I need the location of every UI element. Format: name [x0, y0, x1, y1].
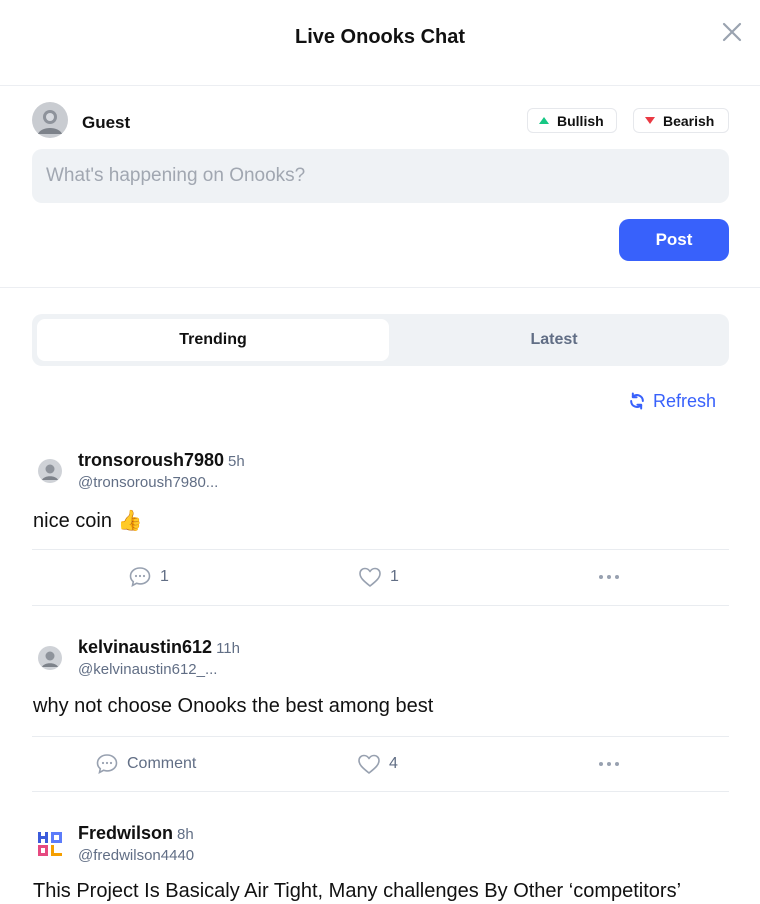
username-text: kelvinaustin612: [78, 637, 213, 657]
comment-count: 1: [160, 568, 169, 585]
divider: [32, 549, 729, 550]
bullish-button[interactable]: Bullish: [527, 108, 617, 133]
user-name: Guest: [82, 113, 131, 132]
like-button[interactable]: 1: [358, 566, 399, 588]
triangle-down-icon: [645, 117, 655, 124]
bullish-label: Bullish: [557, 112, 604, 129]
comment-button[interactable]: 1: [128, 566, 169, 588]
more-options-icon[interactable]: [594, 754, 624, 774]
avatar[interactable]: [38, 459, 62, 483]
chat-header: Live Onooks Chat: [0, 0, 760, 86]
post-handle: @kelvinaustin612_...: [78, 661, 218, 678]
heart-icon: [358, 754, 380, 774]
post-button[interactable]: Post: [619, 219, 729, 261]
tab-trending[interactable]: Trending: [37, 319, 389, 361]
post-text: nice coin 👍: [33, 510, 143, 532]
comment-button[interactable]: Comment: [95, 753, 196, 775]
username-text: Fredwilson: [78, 823, 174, 843]
post-username[interactable]: Fredwilson 8h: [78, 823, 194, 844]
page-title: Live Onooks Chat: [294, 26, 466, 48]
post-username[interactable]: kelvinaustin612 11h: [78, 637, 240, 658]
like-count: 1: [390, 568, 399, 585]
comment-icon: [129, 567, 151, 588]
post-text: why not choose Onooks the best among bes…: [33, 695, 434, 717]
avatar[interactable]: [38, 646, 62, 670]
post-handle: @fredwilson4440: [78, 847, 195, 864]
divider: [32, 605, 729, 606]
divider: [32, 736, 729, 737]
heart-icon: [359, 567, 381, 587]
post-time: 11h: [216, 640, 240, 657]
bearish-label: Bearish: [663, 112, 715, 129]
avatar: [32, 102, 68, 138]
like-count: 4: [389, 755, 398, 772]
post-time: 8h: [177, 826, 194, 843]
refresh-icon: [630, 392, 644, 410]
post-input[interactable]: [32, 149, 729, 203]
feed-tabs: Trending Latest: [32, 314, 729, 366]
post-time: 5h: [228, 453, 245, 470]
comment-label: Comment: [127, 755, 197, 772]
comment-icon: [96, 754, 118, 775]
tab-latest[interactable]: Latest: [384, 319, 724, 361]
post-handle: @tronsoroush7980...: [78, 474, 219, 491]
like-button[interactable]: 4: [357, 753, 398, 775]
triangle-up-icon: [539, 117, 549, 124]
post-composer: Guest Bullish Bearish Post: [0, 86, 760, 288]
username-text: tronsoroush7980: [78, 450, 225, 470]
more-options-icon[interactable]: [594, 567, 624, 587]
bearish-button[interactable]: Bearish: [633, 108, 729, 133]
post-text: This Project Is Basicaly Air Tight, Many…: [33, 880, 682, 902]
refresh-button[interactable]: Refresh: [627, 389, 716, 413]
refresh-label: Refresh: [653, 390, 717, 411]
divider: [32, 791, 729, 792]
post-username[interactable]: tronsoroush7980 5h: [78, 450, 245, 471]
close-icon[interactable]: [720, 20, 744, 44]
hodl-avatar[interactable]: [37, 831, 63, 857]
